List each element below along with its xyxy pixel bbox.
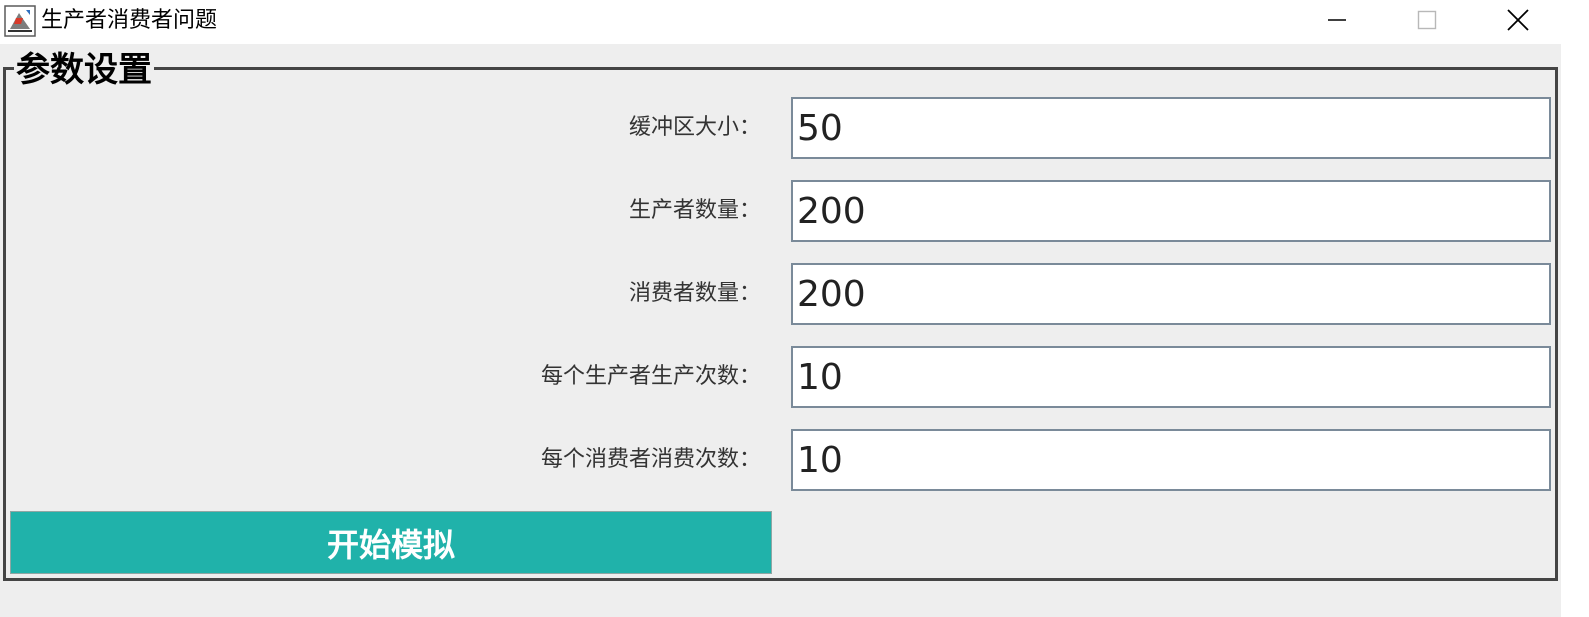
- window-title: 生产者消费者问题: [41, 8, 218, 33]
- group-title: 参数设置: [14, 50, 154, 90]
- consume-times-label: 每个消费者消费次数：: [540, 447, 761, 472]
- producer-count-input[interactable]: [791, 180, 1551, 242]
- produce-times-input[interactable]: [791, 346, 1551, 408]
- title-bar[interactable]: 生产者消费者问题: [0, 0, 1589, 44]
- consume-times-input[interactable]: [791, 429, 1551, 491]
- close-icon: [1507, 9, 1529, 31]
- minimize-icon: [1328, 19, 1346, 21]
- minimize-button[interactable]: [1292, 0, 1382, 40]
- buffer-size-label: 缓冲区大小：: [628, 115, 761, 140]
- maximize-button[interactable]: [1382, 0, 1472, 40]
- produce-times-label: 每个生产者生产次数：: [540, 364, 761, 389]
- window-edge: [1561, 0, 1589, 617]
- consumer-count-label: 消费者数量：: [628, 281, 761, 306]
- start-simulation-button[interactable]: 开始模拟: [10, 511, 772, 574]
- java-app-icon: [4, 5, 36, 37]
- producer-count-label: 生产者数量：: [628, 198, 761, 223]
- close-button[interactable]: [1473, 0, 1563, 40]
- consumer-count-input[interactable]: [791, 263, 1551, 325]
- maximize-icon: [1417, 10, 1437, 30]
- buffer-size-input[interactable]: [791, 97, 1551, 159]
